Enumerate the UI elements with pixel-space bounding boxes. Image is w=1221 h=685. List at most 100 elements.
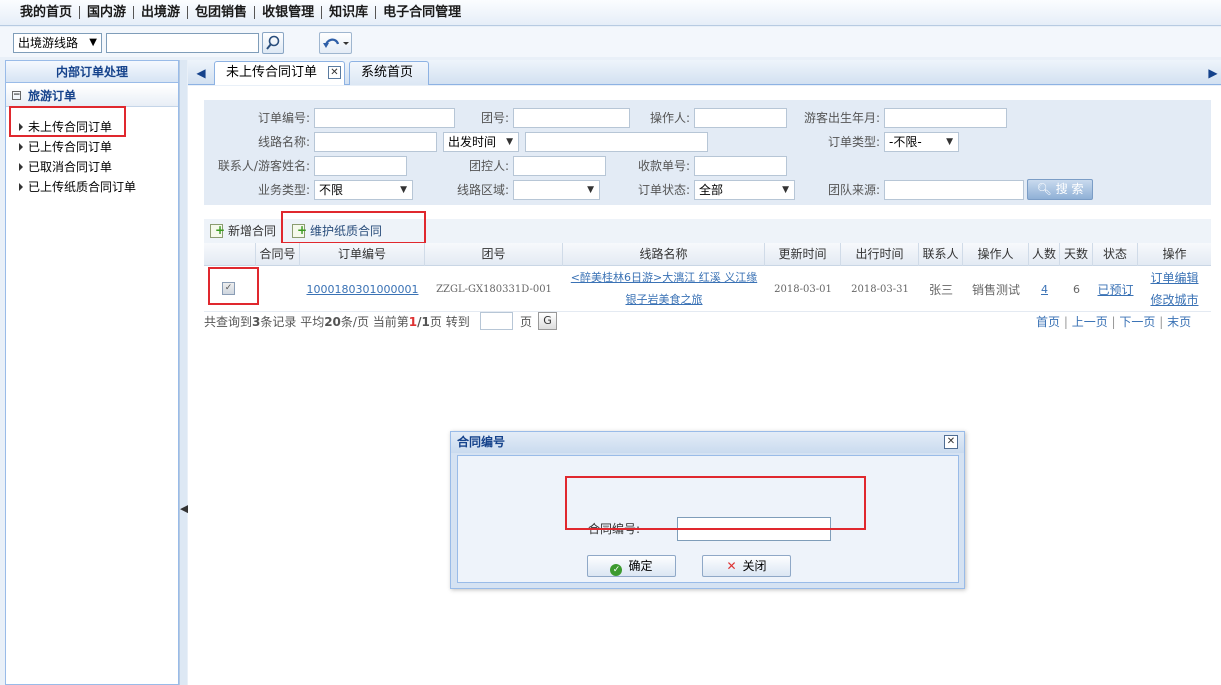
- route-name-input[interactable]: [314, 132, 437, 152]
- menu-group-sales[interactable]: 包团销售: [189, 0, 253, 26]
- dialog-title: 合同编号: [451, 432, 964, 453]
- receipt-no-input[interactable]: [694, 156, 787, 176]
- search-submit-button[interactable]: 🔍︎ 搜 索: [1027, 179, 1093, 200]
- column-header: 联系人: [919, 243, 963, 266]
- collapse-icon[interactable]: −: [12, 91, 21, 100]
- order-type-label: 订单类型:: [827, 135, 880, 149]
- people-cell: 4: [1029, 266, 1060, 312]
- menu-separator: [79, 6, 81, 19]
- dropdown-arrow-icon: ▼: [506, 137, 513, 147]
- order-no-label: 订单编号:: [257, 111, 310, 125]
- prev-page-link[interactable]: 上一页: [1072, 315, 1108, 329]
- order-no-input[interactable]: [314, 108, 455, 128]
- close-icon[interactable]: ✕: [944, 435, 958, 449]
- operator-cell: 销售测试: [971, 282, 1020, 297]
- menu-knowledge[interactable]: 知识库: [323, 0, 374, 26]
- dropdown-arrow-icon: ▼: [400, 185, 407, 195]
- depart-time-select[interactable]: 出发时间 ▼: [443, 132, 519, 152]
- arrow-right-icon: [19, 183, 23, 191]
- next-page-link[interactable]: 下一页: [1119, 315, 1155, 329]
- sidebar-item-uploaded[interactable]: 已上传合同订单: [18, 137, 112, 157]
- order-type-select[interactable]: -不限- ▼: [884, 132, 959, 152]
- column-header-select: [204, 243, 256, 266]
- back-arrow-icon: [323, 38, 349, 48]
- modify-city-link[interactable]: 修改城市: [1150, 289, 1198, 311]
- pager-per-page: 20: [324, 315, 341, 329]
- tab-unuploaded-orders[interactable]: 未上传合同订单 ✕: [214, 61, 345, 85]
- sidebar-item-paper-uploaded[interactable]: 已上传纸质合同订单: [18, 177, 136, 197]
- business-type-label: 业务类型:: [257, 183, 310, 197]
- group-no-input[interactable]: [513, 108, 630, 128]
- pager-current: 1: [408, 315, 418, 329]
- route-type-value: 出境游线路: [18, 36, 79, 50]
- dropdown-arrow-icon: ▼: [782, 185, 789, 195]
- pager-summary-prefix: 共查询到: [204, 315, 253, 329]
- add-contract-button[interactable]: 新增合同: [206, 218, 276, 243]
- column-header: 团号: [425, 243, 563, 266]
- menu-home[interactable]: 我的首页: [14, 0, 78, 26]
- page-number-input[interactable]: [480, 312, 513, 330]
- status-link[interactable]: 已预订: [1097, 281, 1133, 298]
- highlight-box: [565, 476, 866, 530]
- order-no-link[interactable]: 1000180301000001: [307, 283, 419, 296]
- close-icon[interactable]: ✕: [328, 66, 341, 79]
- panel-splitter[interactable]: ◀: [179, 60, 188, 685]
- route-search-input[interactable]: [106, 33, 259, 53]
- column-header: 出行时间: [841, 243, 919, 266]
- menu-separator: [321, 6, 323, 19]
- menu-cashier[interactable]: 收银管理: [256, 0, 320, 26]
- back-button[interactable]: [319, 32, 352, 54]
- birth-month-label: 游客出生年月:: [803, 111, 880, 125]
- arrow-right-icon: [19, 143, 23, 151]
- pager-pages: 1: [421, 315, 430, 329]
- pager-summary-suffix: 页 转到: [429, 315, 470, 329]
- sidebar-item-cancelled[interactable]: 已取消合同订单: [18, 157, 112, 177]
- contact-cell: 张三: [928, 282, 953, 297]
- menu-e-contract[interactable]: 电子合同管理: [377, 0, 467, 26]
- tab-system-home[interactable]: 系统首页: [349, 61, 429, 85]
- add-document-icon: [210, 218, 225, 242]
- close-button[interactable]: ✕ 关闭: [702, 555, 791, 577]
- top-menu: 我的首页 国内游 出境游 包团销售 收银管理 知识库 电子合同管理: [0, 0, 1221, 26]
- dropdown-arrow-icon: ▼: [587, 185, 594, 195]
- route-type-select[interactable]: 出境游线路 ▼: [13, 33, 102, 53]
- group-controller-input[interactable]: [513, 156, 606, 176]
- tab-scroll-left-icon[interactable]: ◀: [193, 64, 209, 82]
- column-header: 人数: [1029, 243, 1060, 266]
- confirm-button[interactable]: ✓ 确定: [587, 555, 676, 577]
- dropdown-arrow-icon: ▼: [89, 37, 97, 48]
- team-source-label: 团队来源:: [827, 183, 880, 197]
- close-icon: ✕: [726, 559, 737, 573]
- birth-month-input[interactable]: [884, 108, 1007, 128]
- menu-separator: [133, 6, 135, 19]
- business-type-select[interactable]: 不限 ▼: [314, 180, 413, 200]
- tab-label: 系统首页: [361, 65, 414, 80]
- search-button[interactable]: [262, 32, 284, 54]
- tab-scroll-right-icon[interactable]: ▶: [1205, 64, 1221, 82]
- menu-outbound[interactable]: 出境游: [135, 0, 186, 26]
- route-name-link[interactable]: <醉美桂林6日游>大漓江 红溪 义江缘: [571, 267, 757, 289]
- days-cell: 6: [1073, 282, 1080, 296]
- contact-name-label: 联系人/游客姓名:: [217, 159, 310, 173]
- sidebar-item-label: 已上传合同订单: [28, 140, 113, 154]
- tree-group-travel-orders[interactable]: − 旅游订单: [6, 85, 178, 107]
- edit-order-link[interactable]: 订单编辑: [1150, 267, 1198, 289]
- menu-domestic[interactable]: 国内游: [81, 0, 132, 26]
- people-link[interactable]: 4: [1041, 283, 1048, 296]
- last-page-link[interactable]: 末页: [1167, 315, 1191, 329]
- column-header: 状态: [1093, 243, 1138, 266]
- contact-name-input[interactable]: [314, 156, 407, 176]
- confirm-label: 确定: [628, 559, 653, 573]
- sidebar-item-label: 已取消合同订单: [28, 160, 113, 174]
- route-name-link-line2[interactable]: 银子岩美食之旅: [626, 289, 703, 311]
- go-button[interactable]: G: [538, 312, 557, 330]
- highlight-box: [9, 106, 126, 137]
- team-source-input[interactable]: [884, 180, 1024, 200]
- route-area-select[interactable]: ▼: [513, 180, 600, 200]
- operator-input[interactable]: [694, 108, 787, 128]
- business-type-value: 不限: [319, 183, 344, 197]
- receipt-no-label: 收款单号:: [637, 159, 690, 173]
- order-status-select[interactable]: 全部 ▼: [694, 180, 795, 200]
- first-page-link[interactable]: 首页: [1036, 315, 1060, 329]
- depart-time-input[interactable]: [525, 132, 708, 152]
